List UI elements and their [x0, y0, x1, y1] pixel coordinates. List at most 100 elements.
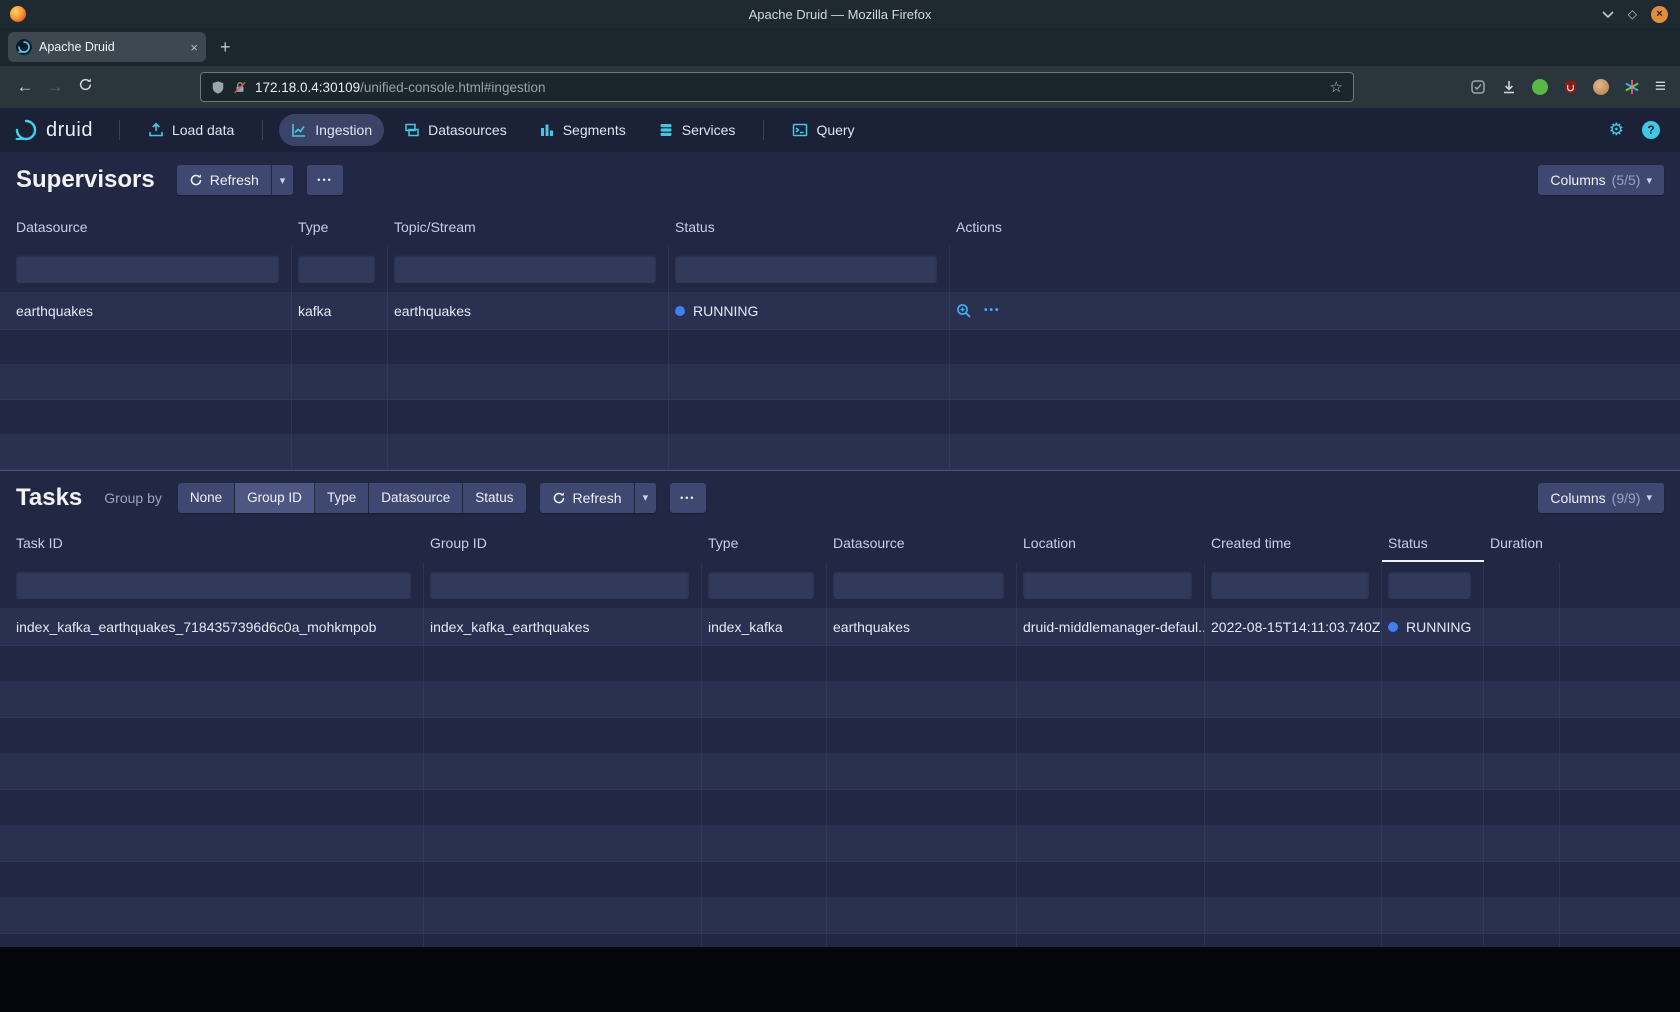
- group-by-type-button[interactable]: Type: [315, 483, 369, 513]
- task-datasource[interactable]: earthquakes: [827, 608, 1017, 645]
- tasks-refresh-dropdown-button[interactable]: ▾: [634, 483, 657, 513]
- empty-row: [0, 826, 1680, 862]
- tab-close-icon[interactable]: ×: [190, 40, 198, 55]
- group-id-filter-input[interactable]: [430, 571, 689, 599]
- window-close-button[interactable]: ×: [1651, 6, 1668, 23]
- window-titlebar[interactable]: Apache Druid — Mozilla Firefox ◇ ×: [0, 0, 1680, 28]
- topic-stream-filter-input[interactable]: [394, 255, 656, 283]
- group-by-none-button[interactable]: None: [178, 483, 235, 513]
- url-bar[interactable]: 172.18.0.4:30109/unified-console.html#in…: [200, 72, 1354, 102]
- refresh-label: Refresh: [573, 490, 622, 506]
- maximize-icon[interactable]: ◇: [1628, 8, 1637, 20]
- tasks-more-button[interactable]: •••: [670, 483, 705, 513]
- task-id-filter-input[interactable]: [16, 571, 411, 599]
- tasks-refresh-button[interactable]: Refresh: [540, 483, 634, 513]
- column-header-duration[interactable]: Duration: [1484, 524, 1560, 562]
- bookmark-star-icon[interactable]: ☆: [1329, 78, 1342, 96]
- location-filter-input[interactable]: [1023, 571, 1192, 599]
- back-button[interactable]: ←: [10, 77, 40, 97]
- nav-label: Services: [682, 122, 736, 138]
- ublock-origin-icon[interactable]: [1563, 79, 1578, 95]
- insecure-lock-icon[interactable]: [233, 80, 247, 95]
- task-group-id[interactable]: index_kafka_earthquakes: [424, 608, 702, 645]
- column-header-status[interactable]: Status: [669, 208, 950, 246]
- column-header-type[interactable]: Type: [292, 208, 388, 246]
- reload-button[interactable]: [70, 77, 100, 97]
- column-header-task-id[interactable]: Task ID: [0, 524, 424, 562]
- supervisor-topic[interactable]: earthquakes: [388, 292, 669, 329]
- settings-gear-icon[interactable]: ⚙: [1609, 120, 1624, 140]
- supervisors-more-button[interactable]: •••: [307, 165, 342, 195]
- url-text: 172.18.0.4:30109/unified-console.html#in…: [255, 80, 1321, 95]
- supervisors-refresh-button[interactable]: Refresh: [177, 165, 271, 195]
- type-filter-input[interactable]: [708, 571, 814, 599]
- divider: [763, 120, 764, 140]
- chevron-down-icon: ▾: [280, 174, 286, 187]
- task-location[interactable]: druid-middlemanager-defaul...: [1017, 608, 1205, 645]
- group-by-status-button[interactable]: Status: [463, 483, 525, 513]
- extension-pinwheel-icon[interactable]: [1624, 79, 1640, 95]
- task-status[interactable]: RUNNING: [1382, 608, 1484, 645]
- url-host: 172.18.0.4:30109: [255, 80, 360, 95]
- new-tab-button[interactable]: +: [220, 37, 231, 58]
- forward-button[interactable]: →: [40, 77, 70, 97]
- created-time-filter-input[interactable]: [1211, 571, 1369, 599]
- nav-item-datasources[interactable]: Datasources: [392, 114, 519, 146]
- group-by-datasource-button[interactable]: Datasource: [369, 483, 463, 513]
- tracking-protection-shield-icon[interactable]: [211, 80, 225, 95]
- column-header-status-sorted[interactable]: Status: [1382, 524, 1484, 562]
- nav-item-services[interactable]: Services: [646, 114, 748, 146]
- nav-item-ingestion[interactable]: Ingestion: [279, 114, 384, 146]
- column-header-location[interactable]: Location: [1017, 524, 1205, 562]
- help-icon[interactable]: ?: [1642, 121, 1660, 139]
- menu-button[interactable]: ≡: [1655, 76, 1666, 98]
- supervisor-row: earthquakes kafka earthquakes RUNNING ••…: [0, 292, 1680, 330]
- task-row: index_kafka_earthquakes_7184357396d6c0a_…: [0, 608, 1680, 646]
- column-header-actions: Actions: [950, 208, 1680, 246]
- nav-item-query[interactable]: Query: [780, 114, 866, 146]
- extension-icon-green[interactable]: [1532, 79, 1548, 95]
- supervisor-status[interactable]: RUNNING: [669, 292, 950, 329]
- supervisors-table-header: Datasource Type Topic/Stream Status Acti…: [0, 208, 1680, 246]
- more-dots-icon: •••: [317, 175, 332, 185]
- datasource-filter-input[interactable]: [833, 571, 1004, 599]
- column-header-datasource[interactable]: Datasource: [827, 524, 1017, 562]
- supervisors-refresh-dropdown-button[interactable]: ▾: [271, 165, 294, 195]
- datasource-filter-input[interactable]: [16, 255, 279, 283]
- query-icon: [792, 122, 808, 138]
- nav-item-load-data[interactable]: Load data: [136, 114, 246, 146]
- tasks-title: Tasks: [16, 484, 82, 512]
- druid-logo[interactable]: druid: [14, 118, 93, 142]
- browser-tab[interactable]: Apache Druid ×: [8, 32, 206, 62]
- column-header-created-time[interactable]: Created time: [1205, 524, 1382, 562]
- empty-row: [0, 898, 1680, 934]
- shield-check-icon[interactable]: [1470, 79, 1486, 95]
- supervisors-columns-button[interactable]: Columns (5/5) ▾: [1538, 165, 1664, 195]
- group-by-group-id-button[interactable]: Group ID: [235, 483, 315, 513]
- status-filter-input[interactable]: [675, 255, 937, 283]
- task-id[interactable]: index_kafka_earthquakes_7184357396d6c0a_…: [0, 608, 424, 645]
- supervisor-datasource[interactable]: earthquakes: [0, 292, 292, 329]
- nav-label: Load data: [172, 122, 234, 138]
- type-filter-input[interactable]: [298, 255, 375, 283]
- tasks-columns-button[interactable]: Columns (9/9) ▾: [1538, 483, 1664, 513]
- column-header-datasource[interactable]: Datasource: [0, 208, 292, 246]
- column-header-group-id[interactable]: Group ID: [424, 524, 702, 562]
- minimize-icon[interactable]: [1602, 10, 1614, 18]
- empty-row: [0, 718, 1680, 754]
- task-created-time[interactable]: 2022-08-15T14:11:03.740Z: [1205, 608, 1382, 645]
- extension-avatar-icon[interactable]: [1593, 79, 1609, 95]
- column-header-topic-stream[interactable]: Topic/Stream: [388, 208, 669, 246]
- task-type[interactable]: index_kafka: [702, 608, 827, 645]
- column-header-type[interactable]: Type: [702, 524, 827, 562]
- empty-row: [0, 330, 1680, 365]
- supervisor-type[interactable]: kafka: [292, 292, 388, 329]
- browser-toolbar: ← → 172.18.0.4:30109/unified-console.htm…: [0, 66, 1680, 108]
- nav-label: Ingestion: [315, 122, 372, 138]
- downloads-icon[interactable]: [1501, 79, 1517, 95]
- nav-item-segments[interactable]: Segments: [527, 114, 638, 146]
- druid-header: druid Load data Ingestion Datasources Se…: [0, 108, 1680, 152]
- zoom-in-detail-icon[interactable]: [956, 303, 972, 319]
- row-more-actions-icon[interactable]: •••: [984, 305, 1001, 316]
- status-filter-input[interactable]: [1388, 571, 1471, 599]
